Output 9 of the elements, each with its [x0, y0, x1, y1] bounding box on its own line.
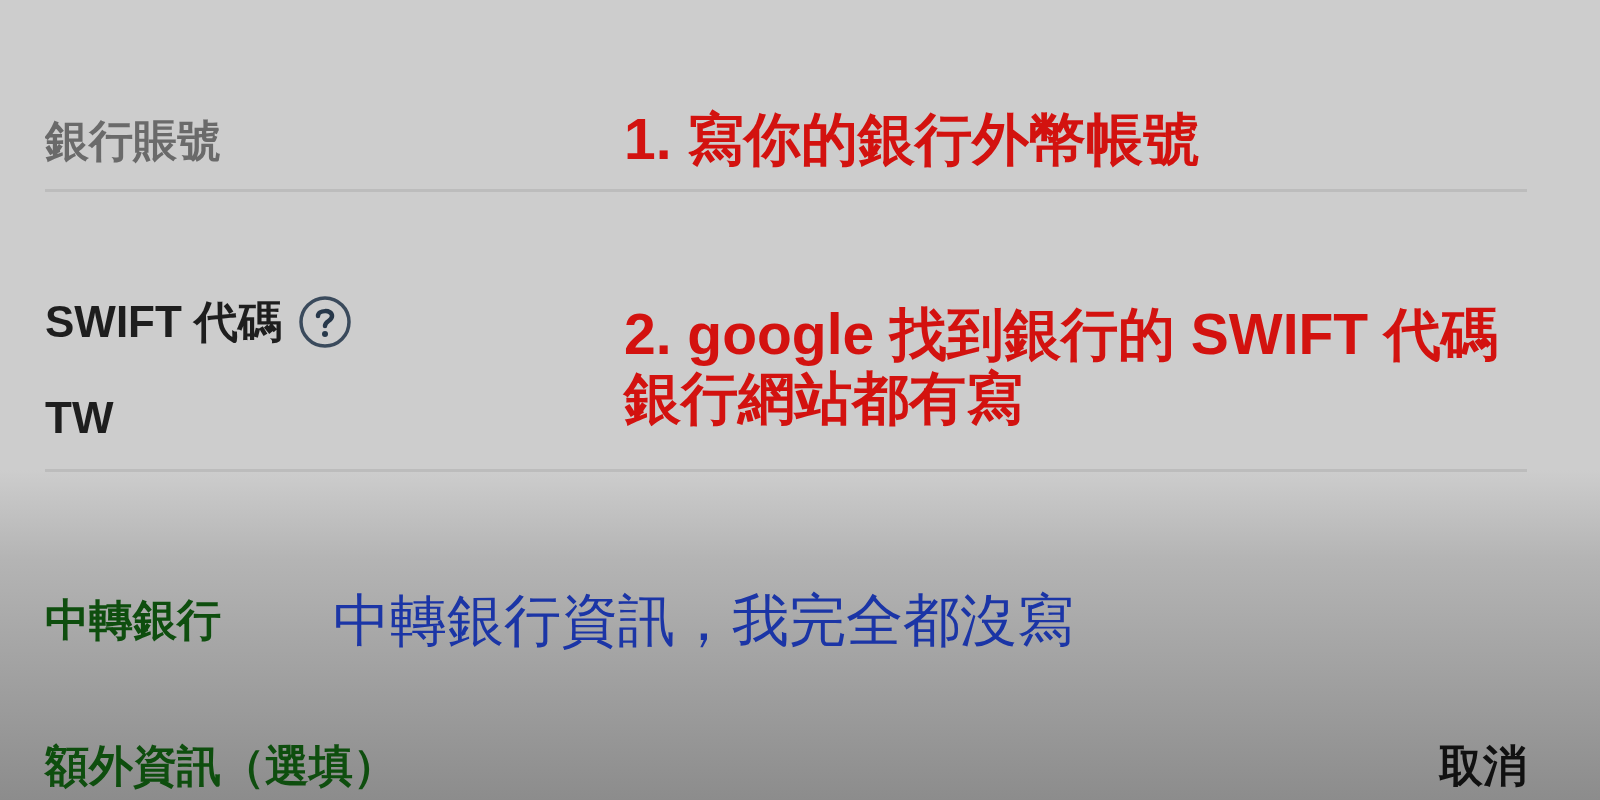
- section-title[interactable]: 中轉銀行: [45, 594, 333, 646]
- help-icon[interactable]: [298, 295, 353, 349]
- annotation-note: 中轉銀行資訊，我完全都沒寫: [333, 588, 1075, 652]
- field-label: SWIFT 代碼: [45, 296, 283, 348]
- swift-code-field[interactable]: TW: [45, 349, 585, 469]
- annotation-note: 2. google 找到銀行的 SWIFT 代碼 銀行網站都有寫: [624, 302, 1498, 430]
- section-title[interactable]: 額外資訊（選填）: [45, 740, 397, 792]
- cancel-button[interactable]: 取消: [1439, 740, 1527, 792]
- annotation-note: 1. 寫你的銀行外幣帳號: [624, 107, 1201, 171]
